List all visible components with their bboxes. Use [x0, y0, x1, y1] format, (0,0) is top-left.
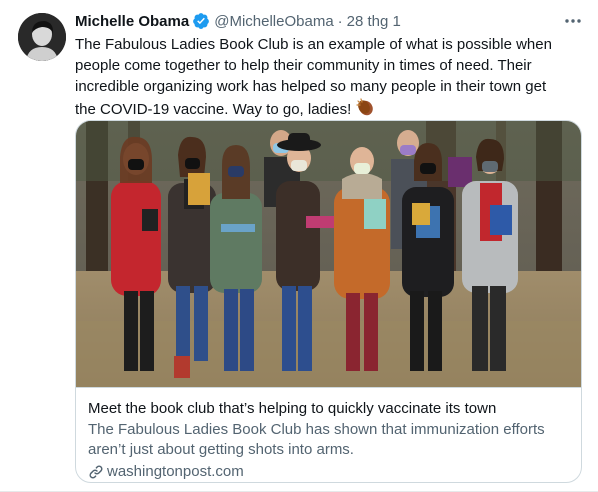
- link-card[interactable]: Meet the book club that’s helping to qui…: [75, 120, 582, 483]
- article-photo-icon: [76, 121, 581, 387]
- card-domain-text: washingtonpost.com: [107, 463, 244, 480]
- card-body: Meet the book club that’s helping to qui…: [76, 387, 581, 482]
- more-options-button[interactable]: [560, 11, 586, 31]
- card-description-line: The Fabulous Ladies Book Club has shown …: [88, 421, 545, 438]
- verified-badge-icon: [192, 12, 210, 30]
- tweet-header: Michelle Obama @MichelleObama · 28 thg 1: [75, 11, 586, 31]
- author-display-name[interactable]: Michelle Obama: [75, 13, 189, 30]
- author-handle[interactable]: @MichelleObama: [214, 13, 333, 30]
- ellipsis-icon: [565, 19, 581, 23]
- tweet-timestamp[interactable]: 28 thg 1: [347, 13, 401, 30]
- tweet-text-line: people come together to help their commu…: [75, 57, 532, 74]
- tweet[interactable]: Michelle Obama @MichelleObama · 28 thg 1…: [0, 0, 598, 492]
- card-image: [76, 121, 581, 387]
- header-separator: ·: [337, 12, 343, 30]
- tweet-text-line: incredible organizing work has helped so…: [75, 78, 547, 95]
- card-description-line: aren’t just about getting shots into arm…: [88, 441, 354, 458]
- tweet-text-line-last: the COVID-19 vaccine. Way to go, ladies!: [75, 101, 352, 118]
- avatar[interactable]: [18, 13, 66, 61]
- tweet-text-line: The Fabulous Ladies Book Club is an exam…: [75, 36, 552, 53]
- profile-photo-icon: [18, 13, 66, 61]
- card-domain: washingtonpost.com: [88, 462, 571, 482]
- tweet-text: The Fabulous Ladies Book Club is an exam…: [75, 34, 585, 123]
- link-icon: [88, 464, 104, 480]
- card-title: Meet the book club that’s helping to qui…: [88, 400, 497, 417]
- card-description: The Fabulous Ladies Book Club has shown …: [88, 420, 571, 460]
